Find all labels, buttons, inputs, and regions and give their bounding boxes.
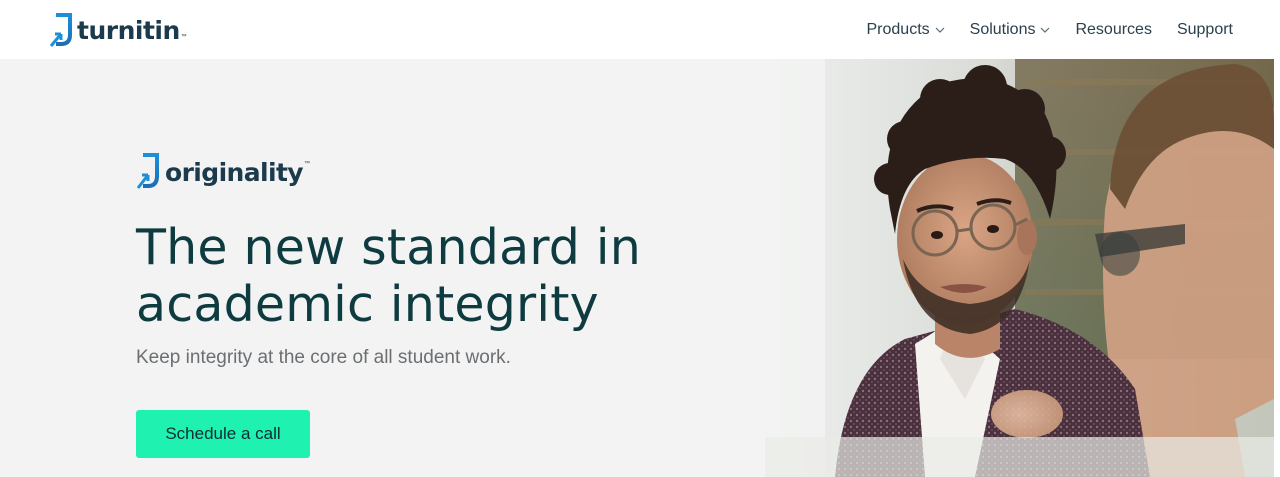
- right-edge-strip: [1274, 59, 1280, 477]
- originality-wordmark: originality: [165, 157, 304, 187]
- chevron-down-icon: [935, 27, 945, 33]
- nav-solutions[interactable]: Solutions: [970, 21, 1051, 39]
- turnitin-logo-icon: [49, 13, 72, 47]
- hero-content: originality ™ The new standard in academ…: [0, 59, 765, 477]
- originality-logo: originality ™: [136, 153, 310, 191]
- logo-wordmark: turnitin: [77, 16, 180, 45]
- logo-trademark: ™: [180, 34, 187, 40]
- nav-products[interactable]: Products: [867, 21, 945, 39]
- chevron-down-icon: [1041, 27, 1050, 33]
- turnitin-logo[interactable]: turnitin ™: [49, 13, 187, 49]
- hero-photo: [765, 59, 1274, 477]
- site-header: turnitin ™ Products Solutions Resources …: [0, 0, 1280, 59]
- hero-section: originality ™ The new standard in academ…: [0, 59, 1280, 477]
- originality-trademark: ™: [304, 161, 310, 167]
- nav-resources-label: Resources: [1075, 21, 1152, 38]
- hero-headline: The new standard in academic integrity: [136, 219, 736, 333]
- headline-line-1: The new standard in: [136, 219, 641, 276]
- hero-subheadline: Keep integrity at the core of all studen…: [136, 347, 511, 368]
- schedule-call-button[interactable]: Schedule a call: [136, 410, 310, 458]
- nav-solutions-label: Solutions: [969, 21, 1036, 38]
- nav-support[interactable]: Support: [1177, 21, 1233, 39]
- nav-resources[interactable]: Resources: [1075, 21, 1151, 39]
- students-photo-illustration: [765, 59, 1274, 477]
- headline-line-2: academic integrity: [136, 276, 599, 333]
- nav-support-label: Support: [1176, 21, 1233, 38]
- main-nav: Products Solutions Resources Support: [867, 18, 1234, 42]
- originality-logo-icon: [136, 153, 159, 189]
- nav-products-label: Products: [866, 21, 930, 38]
